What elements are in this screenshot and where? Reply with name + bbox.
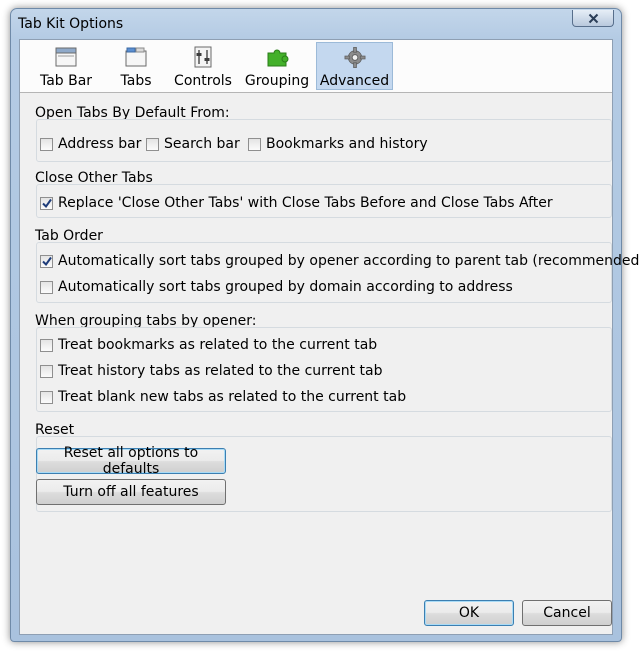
title-bar[interactable]: Tab Kit Options — [11, 9, 621, 41]
close-icon — [588, 13, 598, 23]
checkmark-icon — [42, 256, 52, 267]
tab-label: Controls — [174, 73, 232, 89]
controls-icon — [194, 46, 212, 68]
replace-close-other-label[interactable]: Replace 'Close Other Tabs' with Close Ta… — [58, 195, 553, 211]
pane-selector: Tab Bar Tabs Controls Grouping Advanced — [20, 40, 612, 93]
tab-label: Advanced — [319, 73, 390, 89]
treat-history-label[interactable]: Treat history tabs as related to the cur… — [58, 363, 383, 379]
tab-advanced[interactable]: Advanced — [316, 42, 393, 90]
close-button[interactable] — [572, 10, 614, 27]
window-title: Tab Kit Options — [18, 16, 124, 32]
tab-label: Tab Bar — [39, 73, 93, 89]
tab-tab-bar[interactable]: Tab Bar — [36, 42, 96, 90]
tab-grouping[interactable]: Grouping — [244, 42, 310, 90]
search-bar-label[interactable]: Search bar — [164, 136, 240, 152]
window-icon — [55, 47, 77, 67]
ok-button[interactable]: OK — [424, 600, 514, 626]
sort-by-opener-checkbox[interactable] — [40, 255, 53, 268]
tab-controls[interactable]: Controls — [172, 42, 234, 90]
treat-history-checkbox[interactable] — [40, 365, 53, 378]
checkmark-icon — [42, 198, 52, 209]
search-bar-checkbox[interactable] — [146, 138, 159, 151]
sort-by-domain-label[interactable]: Automatically sort tabs grouped by domai… — [58, 279, 513, 295]
address-bar-label[interactable]: Address bar — [58, 136, 141, 152]
reset-all-options-button[interactable]: Reset all options to defaults — [36, 445, 226, 477]
replace-close-other-checkbox[interactable] — [40, 197, 53, 210]
bookmarks-history-checkbox[interactable] — [248, 138, 261, 151]
options-window: Tab Kit Options Tab Bar Tabs Controls Gr… — [10, 8, 640, 642]
tabs-icon — [125, 47, 147, 67]
sort-by-opener-label[interactable]: Automatically sort tabs grouped by opene… — [58, 253, 640, 269]
turn-off-all-features-button[interactable]: Turn off all features — [36, 479, 226, 505]
tab-label: Grouping — [244, 73, 310, 89]
puzzle-icon — [267, 49, 289, 67]
treat-blank-checkbox[interactable] — [40, 391, 53, 404]
dialog-client-area: Tab Bar Tabs Controls Grouping Advanced … — [19, 39, 640, 635]
gear-icon — [344, 47, 365, 68]
tab-tabs[interactable]: Tabs — [115, 42, 157, 90]
address-bar-checkbox[interactable] — [40, 138, 53, 151]
treat-bookmarks-checkbox[interactable] — [40, 339, 53, 352]
bookmarks-history-label[interactable]: Bookmarks and history — [266, 136, 428, 152]
sort-by-domain-checkbox[interactable] — [40, 281, 53, 294]
treat-blank-label[interactable]: Treat blank new tabs as related to the c… — [58, 389, 406, 405]
tab-label: Tabs — [120, 73, 152, 89]
cancel-button[interactable]: Cancel — [522, 600, 612, 626]
treat-bookmarks-label[interactable]: Treat bookmarks as related to the curren… — [58, 337, 377, 353]
